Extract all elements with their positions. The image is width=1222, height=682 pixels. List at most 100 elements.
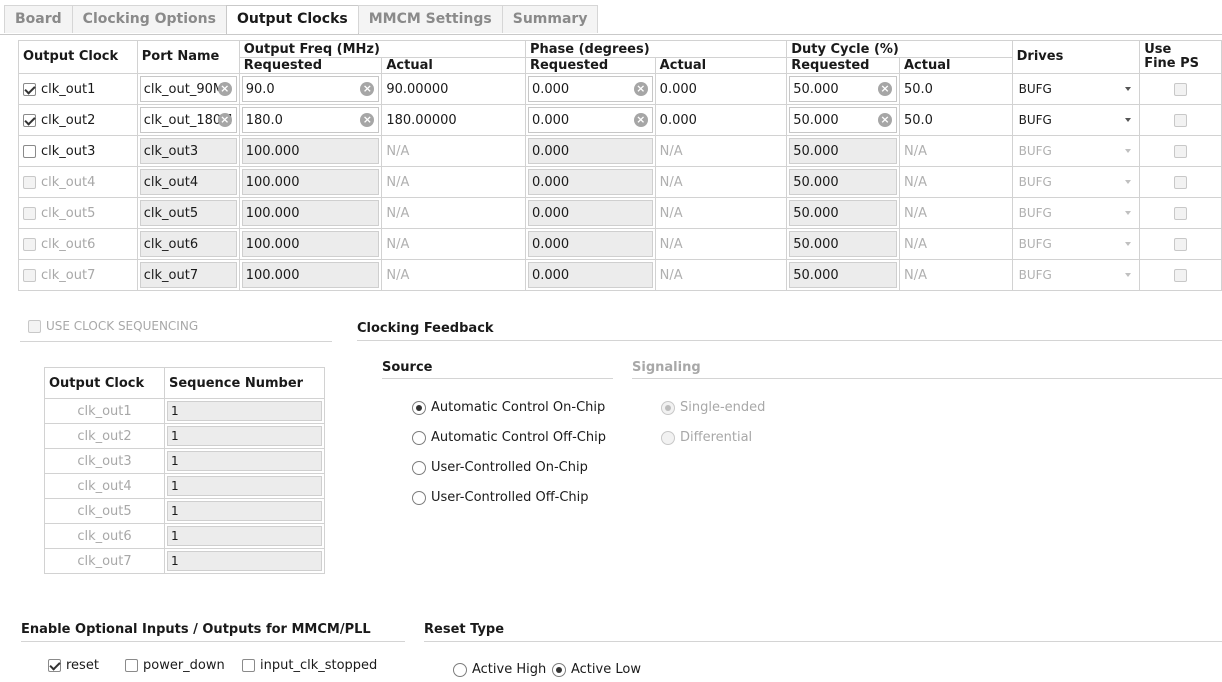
clear-icon[interactable]: × xyxy=(878,82,892,96)
clear-icon[interactable]: × xyxy=(217,82,232,96)
sequence-number-input[interactable]: 1 xyxy=(167,501,322,521)
signaling-single-ended-radio[interactable]: Single-ended xyxy=(661,400,765,415)
signaling-differential-radio[interactable]: Differential xyxy=(661,430,752,445)
port-name-input[interactable]: clk_out4 xyxy=(139,169,237,195)
duty-requested-input[interactable]: 50.000 xyxy=(789,262,897,288)
source-user-controlled-off-chip-radio[interactable]: User-Controlled Off-Chip xyxy=(412,490,589,505)
port-name-input[interactable]: clk_out6 xyxy=(139,231,237,257)
checkbox-box[interactable] xyxy=(23,206,36,220)
power-down-checkbox[interactable]: power_down xyxy=(125,658,225,673)
output-clock-checkbox[interactable]: clk_out5 xyxy=(19,198,137,228)
tab-mmcm-settings[interactable]: MMCM Settings xyxy=(357,5,503,33)
use-fine-ps-checkbox[interactable] xyxy=(1174,144,1188,158)
drives-select[interactable]: BUFG xyxy=(1013,74,1140,104)
port-name-input[interactable]: clk_out5 xyxy=(139,200,237,226)
checkbox-box[interactable] xyxy=(23,113,36,127)
drives-select[interactable]: BUFG xyxy=(1013,229,1140,259)
duty-requested-input[interactable]: 50.000 × xyxy=(789,76,897,102)
output-clock-checkbox[interactable]: clk_out6 xyxy=(19,229,137,259)
phase-requested-input[interactable]: 0.000 xyxy=(527,231,653,257)
freq-requested-input[interactable]: 90.0 × xyxy=(241,76,380,102)
checkbox-box[interactable] xyxy=(23,82,36,96)
output-clock-checkbox[interactable]: clk_out2 xyxy=(19,105,137,135)
phase-requested-input[interactable]: 0.000 xyxy=(527,169,653,195)
source-automatic-control-on-chip-radio[interactable]: Automatic Control On-Chip xyxy=(412,400,605,415)
use-fine-ps-checkbox[interactable] xyxy=(1174,268,1188,282)
duty-requested-input[interactable]: 50.000 xyxy=(789,169,897,195)
clear-icon[interactable]: × xyxy=(633,113,648,127)
radio-button[interactable] xyxy=(661,430,675,445)
port-name-input[interactable]: clk_out_90M × xyxy=(139,76,237,102)
clear-icon[interactable]: × xyxy=(360,82,375,96)
reset-active-high-radio[interactable]: Active High xyxy=(453,662,546,677)
output-clock-checkbox[interactable]: clk_out4 xyxy=(19,167,137,197)
port-name-input[interactable]: clk_out3 xyxy=(139,138,237,164)
checkbox-box[interactable] xyxy=(28,319,41,333)
reset-checkbox[interactable]: reset xyxy=(48,658,99,673)
freq-requested-input[interactable]: 180.0 × xyxy=(241,107,380,133)
use-clock-sequencing-checkbox[interactable]: USE CLOCK SEQUENCING xyxy=(28,319,198,333)
radio-button[interactable] xyxy=(412,490,426,505)
drives-select[interactable]: BUFG xyxy=(1013,136,1140,166)
tab-output-clocks[interactable]: Output Clocks xyxy=(225,5,359,34)
phase-requested-input[interactable]: 0.000 xyxy=(527,262,653,288)
source-automatic-control-off-chip-radio[interactable]: Automatic Control Off-Chip xyxy=(412,430,606,445)
port-name-input[interactable]: clk_out_180M × xyxy=(139,107,237,133)
phase-requested-input[interactable]: 0.000 xyxy=(527,138,653,164)
radio-button[interactable] xyxy=(412,400,426,415)
freq-requested-input[interactable]: 100.000 xyxy=(241,200,380,226)
source-user-controlled-on-chip-radio[interactable]: User-Controlled On-Chip xyxy=(412,460,588,475)
checkbox-box[interactable] xyxy=(23,237,36,251)
freq-requested-input[interactable]: 100.000 xyxy=(241,138,380,164)
drives-select[interactable]: BUFG xyxy=(1013,167,1140,197)
clear-icon[interactable]: × xyxy=(217,113,232,127)
checkbox-box[interactable] xyxy=(23,175,36,189)
input-clk-stopped-checkbox[interactable]: input_clk_stopped xyxy=(242,658,377,673)
clear-icon[interactable]: × xyxy=(360,113,375,127)
sequence-number-input[interactable]: 1 xyxy=(167,476,322,496)
duty-requested-input[interactable]: 50.000 xyxy=(789,200,897,226)
phase-requested-input[interactable]: 0.000 × xyxy=(527,107,653,133)
output-clock-checkbox[interactable]: clk_out7 xyxy=(19,260,137,290)
freq-requested-input[interactable]: 100.000 xyxy=(241,169,380,195)
sequence-number-input[interactable]: 1 xyxy=(167,426,322,446)
duty-requested-input[interactable]: 50.000 xyxy=(789,231,897,257)
use-fine-ps-checkbox[interactable] xyxy=(1174,206,1188,220)
radio-button[interactable] xyxy=(412,460,426,475)
tab-board[interactable]: Board xyxy=(4,5,73,33)
checkbox-box[interactable] xyxy=(48,659,61,672)
freq-requested-input[interactable]: 100.000 xyxy=(241,231,380,257)
reset-active-low-radio[interactable]: Active Low xyxy=(552,662,641,677)
phase-requested-input[interactable]: 0.000 xyxy=(527,200,653,226)
radio-button[interactable] xyxy=(661,400,675,415)
checkbox-box[interactable] xyxy=(242,659,255,672)
output-clock-checkbox[interactable]: clk_out3 xyxy=(19,136,137,166)
tab-clocking-options[interactable]: Clocking Options xyxy=(71,5,227,33)
sequence-number-input[interactable]: 1 xyxy=(167,526,322,546)
checkbox-box[interactable] xyxy=(125,659,138,672)
sequence-number-input[interactable]: 1 xyxy=(167,451,322,471)
duty-requested-input[interactable]: 50.000 × xyxy=(789,107,897,133)
use-fine-ps-checkbox[interactable] xyxy=(1174,237,1188,251)
port-name-input[interactable]: clk_out7 xyxy=(139,262,237,288)
sequence-number-input[interactable]: 1 xyxy=(167,401,322,421)
use-fine-ps-checkbox[interactable] xyxy=(1174,82,1188,96)
checkbox-box[interactable] xyxy=(23,144,36,158)
sequence-number-input[interactable]: 1 xyxy=(167,551,322,571)
use-fine-ps-checkbox[interactable] xyxy=(1174,113,1188,127)
freq-requested-input[interactable]: 100.000 xyxy=(241,262,380,288)
output-clock-checkbox[interactable]: clk_out1 xyxy=(19,74,137,104)
radio-button[interactable] xyxy=(552,662,566,677)
drives-select[interactable]: BUFG xyxy=(1013,105,1140,135)
drives-select[interactable]: BUFG xyxy=(1013,198,1140,228)
phase-requested-input[interactable]: 0.000 × xyxy=(527,76,653,102)
checkbox-box[interactable] xyxy=(23,268,36,282)
clear-icon[interactable]: × xyxy=(633,82,648,96)
duty-requested-input[interactable]: 50.000 xyxy=(789,138,897,164)
radio-button[interactable] xyxy=(453,662,467,677)
use-fine-ps-checkbox[interactable] xyxy=(1174,175,1188,189)
drives-select[interactable]: BUFG xyxy=(1013,260,1140,290)
tab-summary[interactable]: Summary xyxy=(501,5,599,33)
radio-button[interactable] xyxy=(412,430,426,445)
clear-icon[interactable]: × xyxy=(878,113,892,127)
